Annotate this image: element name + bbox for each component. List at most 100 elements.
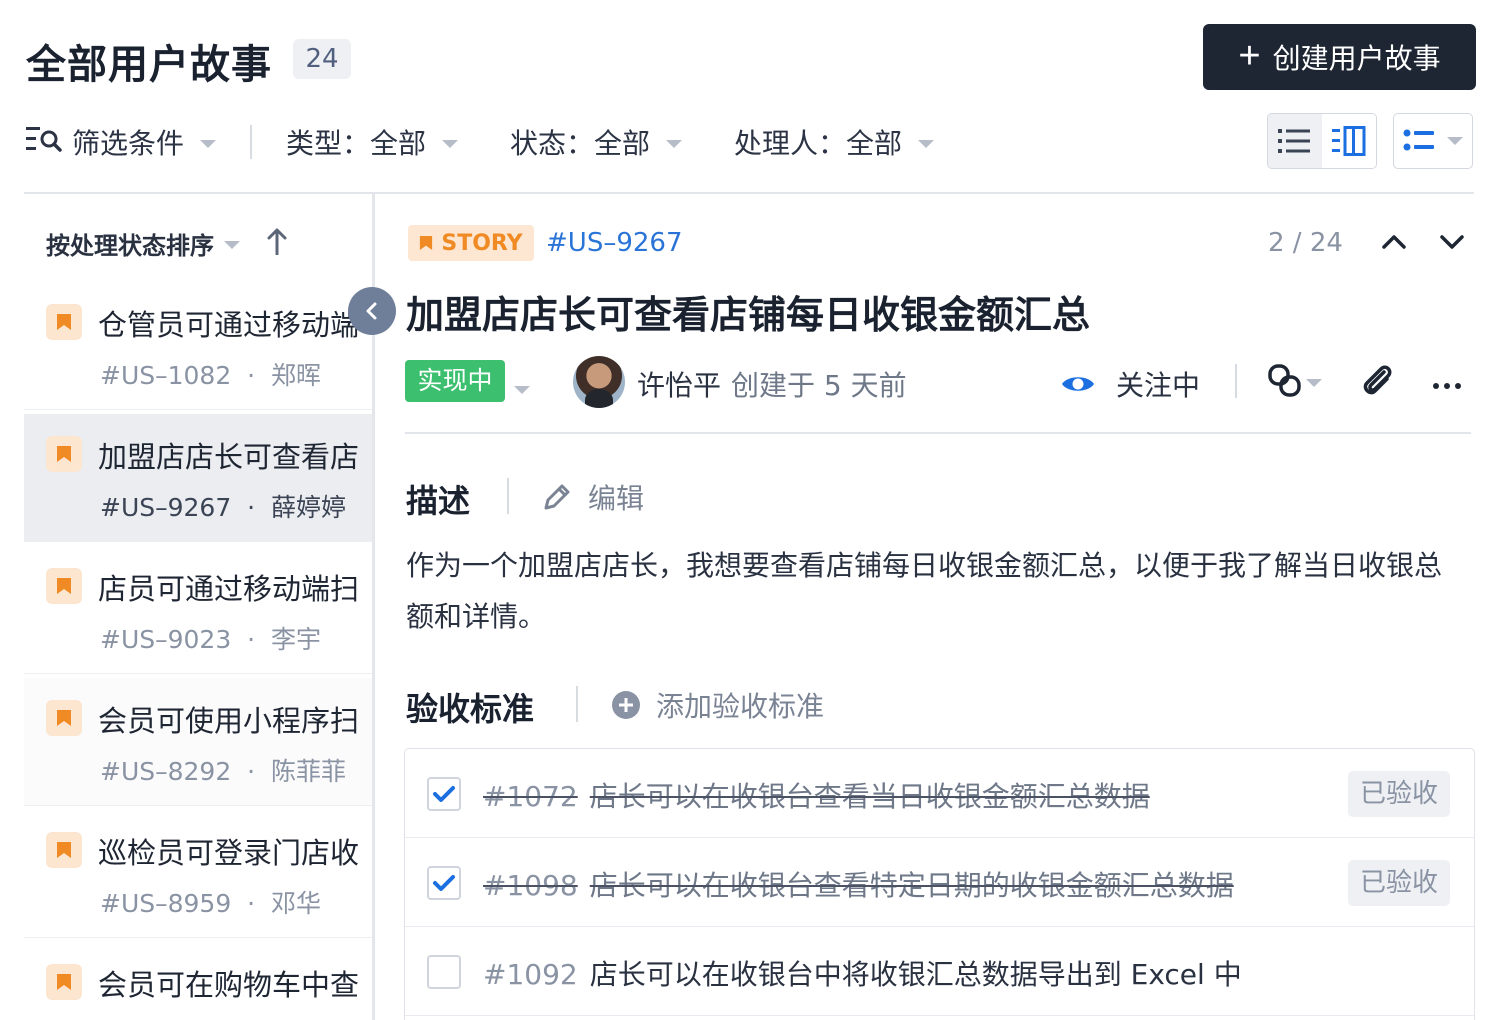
bookmark-icon xyxy=(46,964,82,1000)
avatar[interactable] xyxy=(573,356,625,408)
story-list-item[interactable]: 店员可通过移动端扫 #US–9023 · 李宇 xyxy=(24,546,374,674)
create-story-button[interactable]: + 创建用户故事 xyxy=(1203,24,1476,90)
watch-label: 关注中 xyxy=(1116,369,1201,402)
story-list-item-selected[interactable]: 加盟店店长可查看店 #US–9267 · 薛婷婷 xyxy=(24,414,374,542)
story-owner: 邓华 xyxy=(270,889,321,918)
story-id: #US–9267 xyxy=(100,493,232,522)
creator-name: 许怡平 xyxy=(637,369,722,402)
chevron-down-icon xyxy=(666,139,683,148)
criteria-text[interactable]: #1092 店长可以在收银台中将收银汇总数据导出到 Excel 中 xyxy=(483,953,1242,993)
chevron-down-icon xyxy=(200,139,217,148)
attach-button[interactable] xyxy=(1360,362,1396,404)
bookmark-icon xyxy=(420,236,433,250)
status-filter-dropdown[interactable]: 状态：全部 xyxy=(510,122,683,162)
criteria-description: 店长可以在收银台中将收银汇总数据导出到 Excel 中 xyxy=(589,958,1242,991)
split-view-icon xyxy=(1332,126,1366,156)
eye-icon xyxy=(1062,377,1094,391)
collapse-panel-button[interactable] xyxy=(348,287,396,335)
criteria-description: 店长可以在收银台查看特定日期的收银金额汇总数据 xyxy=(589,869,1234,902)
story-title: 会员可在购物车中查 xyxy=(98,968,360,1002)
story-meta: #US–8959 · 邓华 xyxy=(100,889,321,918)
bookmark-icon xyxy=(46,304,82,340)
created-time: 创建于 5 天前 xyxy=(731,369,907,402)
story-title: 加盟店店长可查看店 xyxy=(98,440,360,474)
arrow-up-icon[interactable] xyxy=(266,227,288,261)
status-dropdown-caret[interactable] xyxy=(514,379,530,398)
status-badge[interactable]: 实现中 xyxy=(405,360,505,402)
chevron-down-icon xyxy=(1447,137,1463,145)
filter-search-icon xyxy=(26,124,62,161)
chevron-left-icon xyxy=(366,302,377,320)
type-filter-label: 类型：全部 xyxy=(286,127,427,160)
acceptance-criteria-list: #1072 店长可以在收银台查看当日收银金额汇总数据 已验收 #1098 店长可以在… xyxy=(404,748,1475,1020)
type-filter-dropdown[interactable]: 类型：全部 xyxy=(286,122,459,162)
check-icon xyxy=(433,875,455,891)
assignee-filter-label: 处理人：全部 xyxy=(734,127,903,160)
watch-button[interactable]: 关注中 xyxy=(1060,364,1200,404)
split-view-button[interactable] xyxy=(1322,114,1376,168)
creator-info: 许怡平 创建于 5 天前 xyxy=(637,364,907,404)
sort-control[interactable]: 按处理状态排序 xyxy=(46,226,288,261)
criteria-checkbox[interactable] xyxy=(427,866,461,900)
more-button[interactable] xyxy=(1432,376,1462,395)
criteria-id: #1098 xyxy=(483,869,578,902)
story-id: #US–1082 xyxy=(100,361,232,390)
edit-description-button[interactable]: 编辑 xyxy=(540,477,644,517)
story-title: 巡检员可登录门店收 xyxy=(98,836,360,870)
chevron-down-icon xyxy=(442,139,459,148)
section-divider xyxy=(576,686,578,722)
previous-story-button[interactable] xyxy=(1380,230,1408,258)
criteria-checkbox[interactable] xyxy=(427,777,461,811)
description-text: 作为一个加盟店店长，我想要查看店铺每日收银金额汇总，以便于我了解当日收银总额和详… xyxy=(406,549,1443,633)
link-icon xyxy=(1268,364,1301,397)
criteria-row: #1092 店长可以在收银台中将收银汇总数据导出到 Excel 中 xyxy=(405,927,1474,1016)
pager-text: 2 / 24 xyxy=(1268,228,1343,258)
story-title: 会员可使用小程序扫 xyxy=(98,704,360,738)
criteria-id: #1092 xyxy=(483,958,578,991)
bullet-list-icon xyxy=(1403,129,1434,151)
sort-label: 按处理状态排序 xyxy=(46,232,214,260)
story-list-item[interactable]: 巡检员可登录门店收 #US–8959 · 邓华 xyxy=(24,810,374,938)
criteria-row: #1072 店长可以在收银台查看当日收银金额汇总数据 已验收 xyxy=(405,749,1474,838)
story-list-panel: 按处理状态排序 仓管员可通过移动端 #US–1082 · 郑晖 加盟店店长可查看… xyxy=(24,194,374,1020)
add-criteria-button[interactable]: 添加验收标准 xyxy=(610,685,824,725)
next-story-button[interactable] xyxy=(1438,230,1466,258)
filter-bar: 筛选条件 类型：全部 状态：全部 处理人：全部 xyxy=(26,112,935,172)
detail-divider xyxy=(405,432,1471,434)
criteria-row: #1098 店长可以在收银台查看特定日期的收银金额汇总数据 已验收 xyxy=(405,838,1474,927)
story-meta: #US–9023 · 李宇 xyxy=(100,625,321,654)
story-detail-title[interactable]: 加盟店店长可查看店铺每日收银金额汇总 xyxy=(406,284,1090,339)
paperclip-icon xyxy=(1363,365,1392,395)
pencil-icon xyxy=(544,484,570,510)
story-meta: #US–9267 · 薛婷婷 xyxy=(100,493,346,522)
assignee-filter-dropdown[interactable]: 处理人：全部 xyxy=(734,122,935,162)
chevron-down-icon xyxy=(918,139,935,148)
story-id-link[interactable]: #US–9267 xyxy=(546,228,683,258)
criteria-description: 店长可以在收银台查看当日收银金额汇总数据 xyxy=(589,780,1150,813)
chevron-down-icon xyxy=(224,241,240,249)
description-heading: 描述 xyxy=(406,482,471,520)
story-list-item[interactable]: 会员可在购物车中查 xyxy=(24,942,374,1020)
story-meta: #US–1082 · 郑晖 xyxy=(100,361,321,390)
filter-divider xyxy=(250,125,253,159)
criteria-text[interactable]: #1072 店长可以在收银台查看当日收银金额汇总数据 xyxy=(483,775,1150,815)
chevron-down-icon xyxy=(1306,378,1322,387)
status-filter-label: 状态：全部 xyxy=(510,127,651,160)
action-divider xyxy=(1235,364,1237,398)
link-dropdown[interactable] xyxy=(1266,362,1322,400)
edit-label: 编辑 xyxy=(588,482,645,515)
view-toggle xyxy=(1267,113,1377,169)
criteria-checkbox[interactable] xyxy=(427,955,461,989)
story-list-item[interactable]: 仓管员可通过移动端 #US–1082 · 郑晖 xyxy=(24,282,374,410)
bookmark-icon xyxy=(46,832,82,868)
story-list-item[interactable]: 会员可使用小程序扫 #US–8292 · 陈菲菲 xyxy=(24,678,374,806)
story-type-tag: STORY xyxy=(408,225,534,261)
add-circle-icon xyxy=(612,691,640,719)
story-id: #US–8959 xyxy=(100,889,232,918)
accepted-badge: 已验收 xyxy=(1348,860,1450,906)
list-view-button[interactable] xyxy=(1268,114,1322,168)
view-options-dropdown[interactable] xyxy=(1393,113,1473,169)
filter-conditions-dropdown[interactable]: 筛选条件 xyxy=(26,122,217,162)
criteria-text[interactable]: #1098 店长可以在收银台查看特定日期的收银金额汇总数据 xyxy=(483,864,1234,904)
list-view-icon xyxy=(1278,129,1310,153)
